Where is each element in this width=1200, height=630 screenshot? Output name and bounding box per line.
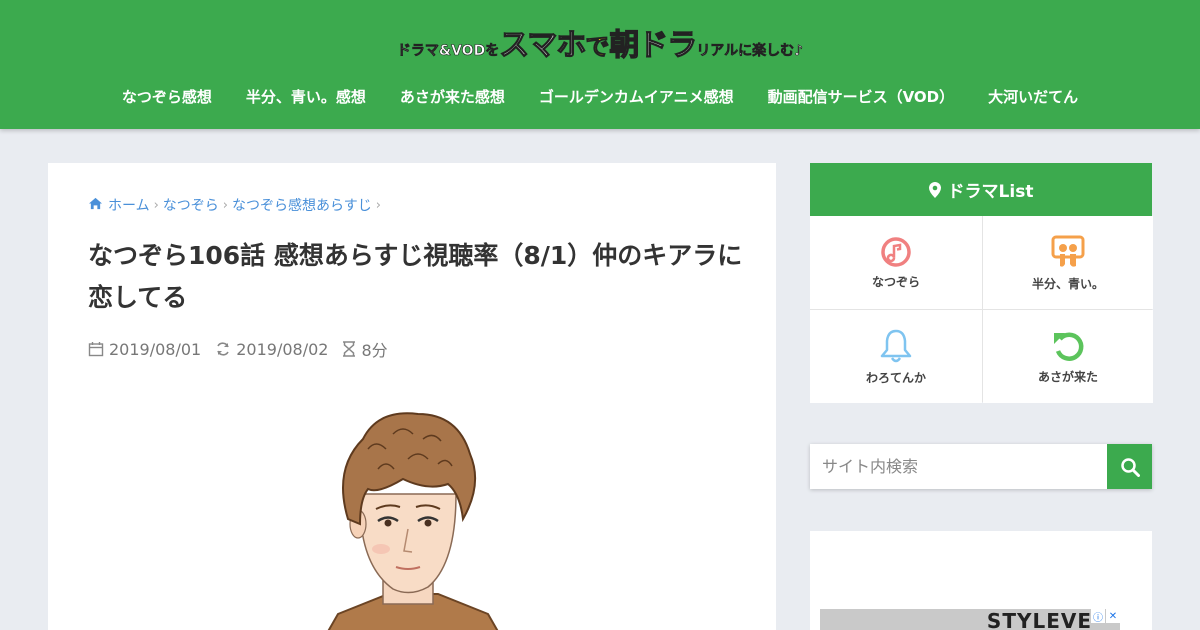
read-time-text: 8分 [361, 341, 388, 360]
drama-list-item-hanbun-aoi[interactable]: 半分、青い。 [983, 216, 1153, 309]
logo-text-sumaho: スマホ [499, 27, 587, 63]
ad-banner[interactable]: STYLEVE ⓘ ✕ [820, 609, 1120, 630]
drama-list-label: あさが来た [1037, 369, 1098, 384]
published-date-text: 2019/08/01 [109, 339, 202, 359]
breadcrumb-natsuzora-kanso[interactable]: なつぞら感想あらすじ [232, 195, 372, 215]
bell-icon [880, 329, 912, 362]
calendar-icon [88, 342, 104, 357]
home-icon [88, 197, 103, 214]
global-nav: なつぞら感想 半分、青い。感想 あさが来た感想 ゴールデンカムイアニメ感想 動画… [0, 86, 1200, 107]
nav-item-vod[interactable]: 動画配信サービス（VOD） [751, 86, 972, 107]
search-button[interactable] [1107, 444, 1152, 489]
sidebar-ad: STYLEVE ⓘ ✕ [810, 531, 1152, 630]
slideshare-icon [1051, 235, 1085, 267]
logo-text-suffix: リアルに楽しむ♪ [696, 43, 804, 60]
published-date: 2019/08/01 [88, 340, 201, 359]
site-logo[interactable]: ドラマ&VODをスマホで朝ドラリアルに楽しむ♪ [0, 20, 1200, 64]
article-meta: 2019/08/01 2019/08/02 8分 [88, 337, 402, 361]
page-title: なつぞら106話 感想あらすじ視聴率（8/1）仲のキアラに恋してる [88, 241, 743, 312]
site-header: ドラマ&VODをスマホで朝ドラリアルに楽しむ♪ なつぞら感想 半分、青い。感想 … [0, 0, 1200, 129]
search-input[interactable] [810, 444, 1107, 489]
drama-list-item-asagakita[interactable]: あさが来た [983, 310, 1153, 403]
updated-date: 2019/08/02 [215, 340, 328, 359]
drama-list-grid: なつぞら 半分、青い。 わろてんか あさが来た [810, 216, 1153, 403]
updated-date-text: 2019/08/02 [236, 339, 329, 359]
undo-icon [1054, 331, 1084, 361]
ad-banner-text: STYLEVE [986, 609, 1092, 630]
refresh-icon [217, 342, 229, 356]
nav-item-golden-kamuy[interactable]: ゴールデンカムイアニメ感想 [522, 86, 751, 107]
site-search [810, 444, 1152, 489]
article-eyecatch-image [278, 399, 538, 630]
info-icon[interactable]: ⓘ [1091, 609, 1105, 624]
sidebar-widget-title: ドラマList [810, 163, 1152, 216]
logo-text-de: で [585, 33, 610, 62]
nav-item-asagakita[interactable]: あさが来た感想 [383, 86, 522, 107]
article-card: ホーム › なつぞら › なつぞら感想あらすじ › なつぞら106話 感想あらす… [48, 163, 776, 630]
drama-list-item-warotenka[interactable]: わろてんか [810, 310, 982, 403]
logo-text-prefix: ドラマ&VODを [396, 43, 500, 60]
close-icon[interactable]: ✕ [1106, 609, 1120, 623]
drama-list-label: 半分、青い。 [1031, 276, 1104, 291]
nav-item-natsuzora[interactable]: なつぞら感想 [105, 86, 229, 107]
drama-list-label: わろてんか [865, 370, 926, 385]
chevron-right-icon: › [153, 197, 159, 213]
map-marker-icon [928, 181, 941, 198]
breadcrumb-natsuzora[interactable]: なつぞら [163, 195, 219, 215]
search-icon [1120, 457, 1140, 477]
drama-list-label: なつぞら [871, 274, 920, 289]
nav-item-hanbun-aoi[interactable]: 半分、青い。感想 [229, 86, 383, 107]
sidebar-title-text: ドラマList [947, 182, 1034, 202]
breadcrumb-home[interactable]: ホーム [108, 195, 150, 215]
chevron-right-icon: › [375, 197, 381, 213]
read-time: 8分 [342, 337, 388, 361]
music-note-icon [881, 236, 911, 267]
logo-text-asadora: 朝ドラ [609, 27, 698, 63]
ad-choices: ⓘ ✕ [1091, 609, 1120, 624]
chevron-right-icon: › [222, 197, 228, 213]
nav-item-idaten[interactable]: 大河いだてん [971, 86, 1095, 107]
drama-list-item-natsuzora[interactable]: なつぞら [810, 216, 982, 309]
hourglass-icon [343, 341, 356, 357]
breadcrumb: ホーム › なつぞら › なつぞら感想あらすじ › [88, 195, 385, 215]
